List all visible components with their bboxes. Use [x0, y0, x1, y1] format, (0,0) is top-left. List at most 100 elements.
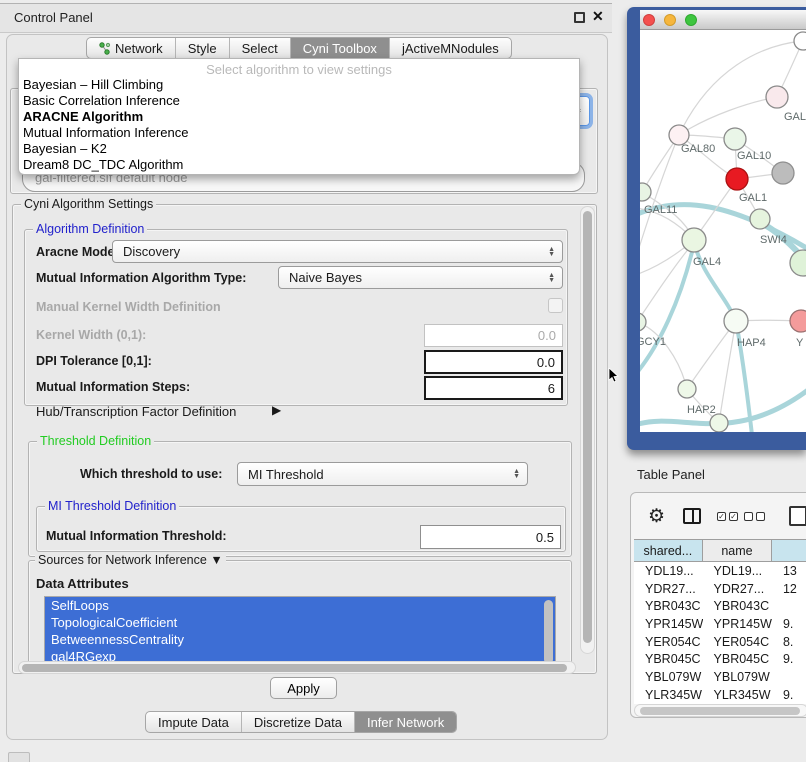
attribute-item-selfloops[interactable]: SelfLoops — [45, 597, 555, 614]
network-edge[interactable] — [719, 321, 736, 423]
algorithm-dropdown-list: Select algorithm to view settings Bayesi… — [18, 58, 580, 175]
network-canvas[interactable]: GALGAL80GAL10GAL1GAL11SWI4GAL4GCY1HAP4YH… — [640, 30, 806, 432]
zoom-traffic-light-icon[interactable] — [685, 14, 697, 26]
algorithm-option-mutual-information-inference[interactable]: Mutual Information Inference — [19, 125, 579, 141]
tab-select[interactable]: Select — [230, 38, 291, 58]
table-row[interactable]: YER054CYER054C8. — [634, 633, 806, 651]
close-traffic-light-icon[interactable] — [643, 14, 655, 26]
node-hap4[interactable] — [724, 309, 748, 333]
table-row[interactable]: YLR345WYLR345W9. — [634, 686, 806, 704]
node-hap2[interactable] — [678, 380, 696, 398]
select-all-checkboxes-icon[interactable]: ✓ ✓ — [717, 512, 738, 521]
mi-steps-label: Mutual Information Steps: — [36, 380, 190, 394]
algorithm-option-dream8-dc-tdc-algorithm[interactable]: Dream8 DC_TDC Algorithm — [19, 157, 579, 173]
table-panel-title: Table Panel — [637, 467, 705, 482]
node-gray[interactable] — [772, 162, 794, 184]
table-cell: YBL079W — [703, 668, 772, 686]
document-icon[interactable] — [789, 506, 806, 526]
expand-arrow-icon[interactable]: ▶ — [272, 403, 281, 417]
float-window-icon[interactable] — [574, 12, 585, 23]
tab-network[interactable]: Network — [87, 38, 176, 58]
node-gal80-label: GAL80 — [681, 143, 715, 155]
table-cell: 9. — [772, 650, 806, 668]
table-row[interactable]: YBL079WYBL079W — [634, 668, 806, 686]
panel-corner-icon[interactable] — [8, 752, 30, 762]
table-cell: YLR345W — [634, 686, 703, 704]
column-header-clipped[interactable] — [772, 540, 806, 561]
node-table: shared...name — [634, 539, 806, 562]
split-columns-icon[interactable] — [683, 508, 701, 524]
node-big-right[interactable] — [790, 250, 806, 276]
algorithm-option-aracne-algorithm[interactable]: ARACNE Algorithm — [19, 109, 579, 125]
vertical-scrollbar-thumb[interactable] — [583, 211, 592, 643]
attribute-item-betweennesscentrality[interactable]: BetweennessCentrality — [45, 631, 555, 648]
column-header-shared[interactable]: shared... — [634, 540, 703, 561]
node-gal-clipped[interactable] — [766, 86, 788, 108]
which-threshold-combobox[interactable]: MI Threshold ▲▼ — [237, 462, 528, 486]
node-gcy1[interactable] — [640, 313, 646, 331]
node-swi4[interactable] — [750, 209, 770, 229]
table-panel-window: ⚙ ✓ ✓ shared...name YDL19...YDL19...13YD… — [630, 492, 806, 718]
close-window-icon[interactable]: ✕ — [592, 8, 604, 25]
aracne-mode-combobox[interactable]: Discovery ▲▼ — [112, 240, 563, 263]
column-header-name[interactable]: name — [703, 540, 773, 561]
table-row[interactable]: YDR27...YDR27...12 — [634, 580, 806, 598]
tab-discretize-data[interactable]: Discretize Data — [242, 712, 355, 732]
table-horizontal-scrollbar[interactable] — [634, 704, 806, 717]
list-scrollbar-thumb[interactable] — [544, 600, 553, 664]
which-threshold-label: Which threshold to use: — [80, 467, 222, 481]
manual-kernel-label: Manual Kernel Width Definition — [36, 300, 221, 314]
node-gal-clipped-label: GAL — [784, 111, 806, 123]
settings-horizontal-scrollbar[interactable] — [18, 661, 576, 674]
algorithm-option-bayesian-k2[interactable]: Bayesian – K2 — [19, 141, 579, 157]
manual-kernel-checkbox[interactable] — [548, 298, 563, 313]
kernel-width-label: Kernel Width (0,1): — [36, 328, 146, 342]
network-edge[interactable] — [679, 97, 777, 135]
node-salmon[interactable] — [790, 310, 806, 332]
settings-vertical-scrollbar[interactable] — [580, 206, 595, 654]
mi-steps-field[interactable]: 6 — [424, 376, 563, 400]
node-gal80[interactable] — [669, 125, 689, 145]
table-cell: 9. — [772, 686, 806, 704]
horizontal-scrollbar-thumb[interactable] — [22, 664, 567, 672]
deselect-all-checkboxes-icon[interactable] — [744, 512, 765, 521]
network-edge[interactable] — [640, 242, 694, 322]
kernel-width-field[interactable]: 0.0 — [424, 324, 563, 347]
network-icon — [99, 42, 111, 55]
node-gal1[interactable] — [726, 168, 748, 190]
mi-type-combobox[interactable]: Naive Bayes ▲▼ — [278, 266, 563, 289]
table-cell: YDL19... — [634, 562, 703, 580]
algorithm-option-bayesian-hill-climbing[interactable]: Bayesian – Hill Climbing — [19, 77, 579, 93]
tab-style[interactable]: Style — [176, 38, 230, 58]
stepper-arrows-icon: ▲▼ — [548, 273, 555, 283]
table-row[interactable]: YBR043CYBR043C — [634, 597, 806, 615]
collapse-arrow-icon[interactable]: ▼ — [210, 553, 222, 567]
node-gal11[interactable] — [640, 183, 651, 201]
table-cell: YBR045C — [634, 650, 703, 668]
tab-cyni-toolbox[interactable]: Cyni Toolbox — [291, 38, 390, 58]
dpi-tolerance-field[interactable]: 0.0 — [424, 350, 563, 374]
minimize-traffic-light-icon[interactable] — [664, 14, 676, 26]
attribute-item-topologicalcoefficient[interactable]: TopologicalCoefficient — [45, 614, 555, 631]
mi-threshold-field[interactable]: 0.5 — [420, 525, 561, 549]
table-cell: YPR145W — [634, 615, 703, 633]
tab-impute-data[interactable]: Impute Data — [146, 712, 242, 732]
table-hscroll-thumb[interactable] — [640, 707, 800, 715]
tab-infer-network[interactable]: Infer Network — [355, 712, 456, 732]
data-attributes-list[interactable]: SelfLoopsTopologicalCoefficientBetweenne… — [44, 596, 556, 666]
table-row[interactable]: YPR145WYPR145W9. — [634, 615, 806, 633]
node-bottom[interactable] — [710, 414, 728, 432]
gear-icon[interactable]: ⚙ — [648, 505, 665, 528]
table-row[interactable]: YDL19...YDL19...13 — [634, 562, 806, 580]
node-gal4[interactable] — [682, 228, 706, 252]
table-cell: YLR345W — [703, 686, 772, 704]
network-edge[interactable] — [694, 242, 736, 321]
algorithm-option-basic-correlation-inference[interactable]: Basic Correlation Inference — [19, 93, 579, 109]
table-row[interactable]: YBR045CYBR045C9. — [634, 650, 806, 668]
node-top-right[interactable] — [794, 32, 806, 50]
dpi-tolerance-label: DPI Tolerance [0,1]: — [36, 354, 152, 368]
tab-jactivemnodules[interactable]: jActiveMNodules — [390, 38, 511, 58]
apply-button[interactable]: Apply — [270, 677, 337, 699]
stepper-arrows-icon: ▲▼ — [548, 247, 555, 257]
node-gal10[interactable] — [724, 128, 746, 150]
